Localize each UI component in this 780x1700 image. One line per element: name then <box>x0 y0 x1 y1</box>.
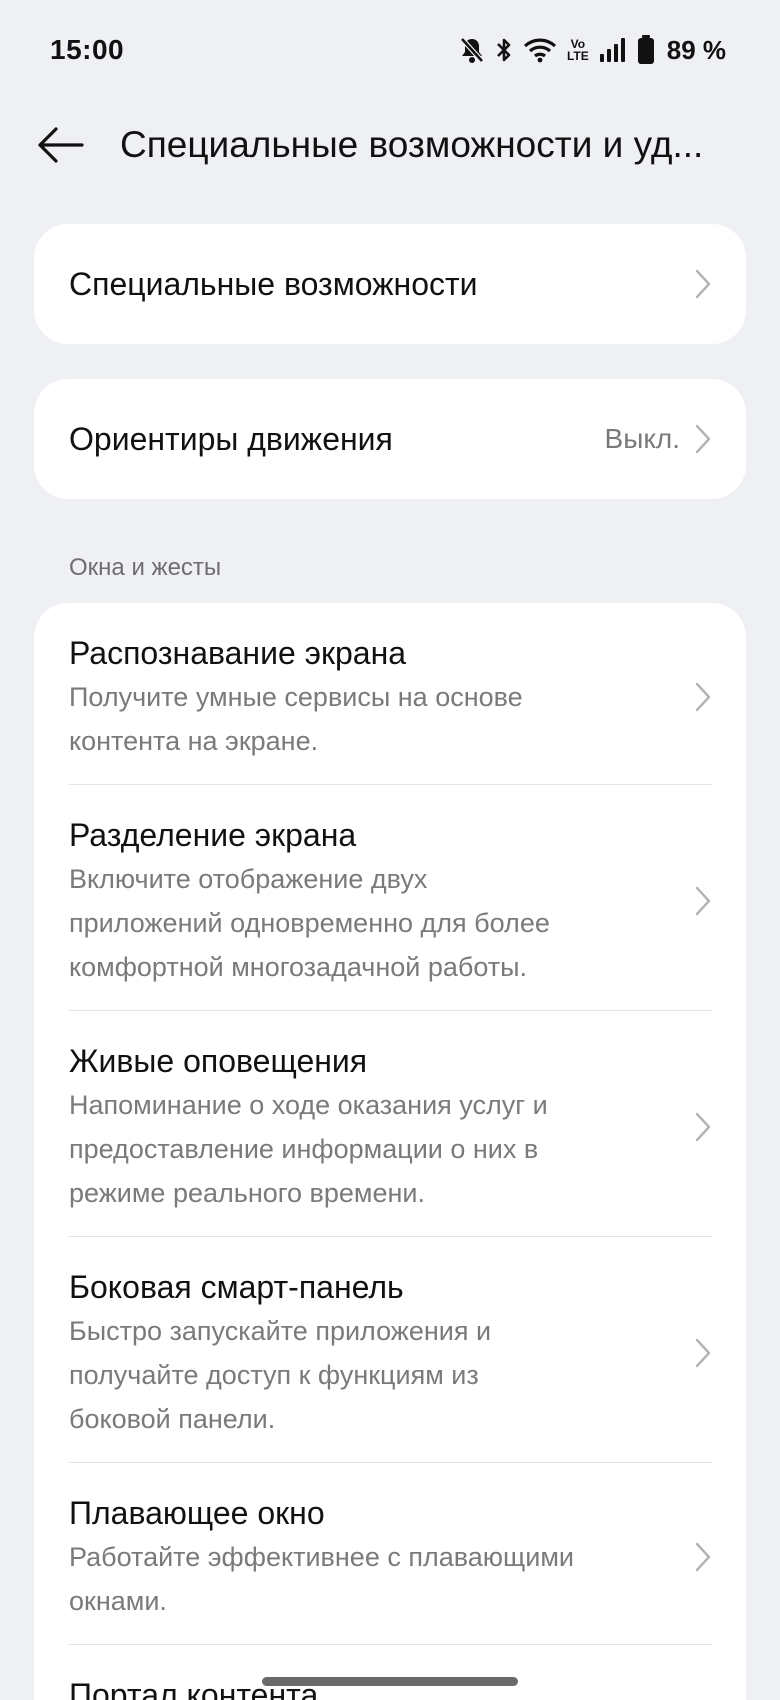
list-item-split-screen[interactable]: Разделение экрана Включите отображение д… <box>34 785 746 1011</box>
item-title: Распознавание экрана <box>69 635 407 671</box>
item-title: Разделение экрана <box>69 817 357 853</box>
item-description: контента на экране. <box>69 726 319 756</box>
page-title: Специальные возможности и уд... <box>120 124 704 165</box>
app-bar: Специальные возможности и уд... <box>0 100 780 190</box>
volte-bottom: LTE <box>566 49 589 63</box>
back-button[interactable] <box>0 100 120 190</box>
status-icons: Vo LTE 89 % <box>459 35 726 66</box>
item-description: Напоминание о ходе оказания услуг и <box>69 1090 548 1120</box>
chevron-right-icon <box>695 1112 711 1142</box>
chevron-right-icon <box>695 682 711 712</box>
item-title: Плавающее окно <box>69 1495 325 1531</box>
item-description: Работайте эффективнее с плавающими <box>69 1542 574 1572</box>
settings-screen: 15:00 Vo LTE 89 % Специальные возможност… <box>0 0 780 1700</box>
item-texts: Боковая смарт-панель Быстро запускайте п… <box>69 1265 629 1441</box>
accessibility-label: Специальные возможности <box>69 265 478 302</box>
item-title: Боковая смарт-панель <box>69 1269 404 1305</box>
item-description: Быстро запускайте приложения и <box>69 1316 492 1346</box>
bell-muted-icon <box>460 37 484 63</box>
chevron-right-icon <box>695 269 711 299</box>
item-texts: Распознавание экрана Получите умные серв… <box>69 631 629 763</box>
status-bar: 15:00 Vo LTE 89 % <box>0 0 780 100</box>
motion-cues-label: Ориентиры движения <box>69 420 393 457</box>
section-header-windows: Окна и жесты <box>69 554 222 581</box>
item-description: режиме реального времени. <box>69 1178 425 1208</box>
signal-icon <box>599 38 625 62</box>
list-item-floating-window[interactable]: Плавающее окно Работайте эффективнее с п… <box>34 1463 746 1645</box>
status-time: 15:00 <box>50 34 125 65</box>
chevron-right-icon <box>695 1338 711 1368</box>
chevron-right-icon <box>695 424 711 454</box>
motion-cues-value: Выкл. <box>604 423 680 454</box>
item-texts: Плавающее окно Работайте эффективнее с п… <box>69 1491 629 1623</box>
windows-gestures-card: Распознавание экрана Получите умные серв… <box>34 603 746 1700</box>
battery-percent: 89 % <box>666 34 726 65</box>
chevron-right-icon <box>695 1542 711 1572</box>
item-title: Живые оповещения <box>69 1043 368 1079</box>
motion-cues-card: Ориентиры движения Выкл. <box>34 379 746 499</box>
motion-cues-row[interactable]: Ориентиры движения Выкл. <box>34 379 746 499</box>
item-texts: Разделение экрана Включите отображение д… <box>69 813 629 989</box>
accessibility-card: Специальные возможности <box>34 224 746 344</box>
volte-icon: Vo LTE <box>567 38 589 62</box>
item-description: Включите отображение двух <box>69 864 428 894</box>
battery-icon <box>637 35 654 64</box>
accessibility-row[interactable]: Специальные возможности <box>34 224 746 344</box>
list-item-smart-sidebar[interactable]: Боковая смарт-панель Быстро запускайте п… <box>34 1237 746 1463</box>
item-description: предоставление информации о них в <box>69 1134 539 1164</box>
item-description: комфортной многозадачной работы. <box>69 952 528 982</box>
item-description: окнами. <box>69 1586 167 1616</box>
item-description: приложений одновременно для более <box>69 908 550 938</box>
item-description: боковой панели. <box>69 1404 276 1434</box>
arrow-left-icon <box>38 127 84 163</box>
item-texts: Живые оповещения Напоминание о ходе оказ… <box>69 1039 629 1215</box>
bluetooth-icon <box>497 38 511 62</box>
item-description: получайте доступ к функциям из <box>69 1360 479 1390</box>
list-item-screen-recognition[interactable]: Распознавание экрана Получите умные серв… <box>34 603 746 785</box>
home-indicator[interactable] <box>262 1677 518 1686</box>
motion-cues-right: Выкл. <box>605 423 712 455</box>
wifi-icon <box>523 38 557 63</box>
chevron-right-icon <box>695 886 711 916</box>
list-item-live-alerts[interactable]: Живые оповещения Напоминание о ходе оказ… <box>34 1011 746 1237</box>
list-item-content-portal[interactable]: Портал контента <box>34 1645 746 1700</box>
item-description: Получите умные сервисы на основе <box>69 682 523 712</box>
